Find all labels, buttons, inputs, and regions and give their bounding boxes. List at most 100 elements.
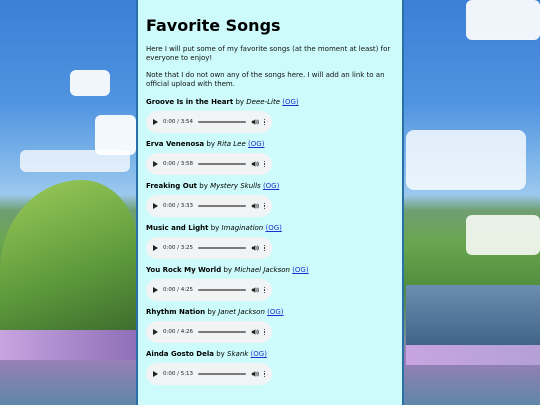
flower-field [0,330,136,360]
time-display: 0:00 / 5:13 [163,371,194,377]
seek-bar[interactable] [198,331,246,333]
song-title-line: Rhythm Nation by Janet Jackson (OG) [146,307,394,317]
song-item: Ainda Gosto Dela by Skank (OG) 0:00 / 5:1… [146,349,394,385]
by-text: by [223,266,233,274]
more-vert-icon[interactable] [263,202,265,210]
by-text: by [206,140,215,148]
by-text: by [210,224,220,232]
song-title-line: Groove Is in the Heart by Deee-Lite (OG) [146,97,394,107]
artist-name: Skank [227,350,249,358]
song-list: Groove Is in the Heart by Deee-Lite (OG)… [146,97,394,385]
seek-bar[interactable] [198,121,246,123]
more-vert-icon[interactable] [263,160,265,168]
play-icon[interactable] [153,245,158,251]
audio-player[interactable]: 0:00 / 3:25 [146,237,272,259]
song-title: Groove Is in the Heart [146,98,234,106]
volume-icon[interactable] [251,286,259,294]
page-title: Favorite Songs [146,16,281,35]
song-item: You Rock My World by Michael Jackson (OG… [146,265,394,301]
artist-name: Michael Jackson [234,266,290,274]
artist-name: Rita Lee [217,140,246,148]
artist-name: Mystery Skulls [210,182,261,190]
artist-name: Imagination [221,224,264,232]
og-link[interactable]: (OG) [251,350,267,358]
by-text: by [235,98,245,106]
song-title: Freaking Out [146,182,198,190]
og-link[interactable]: (OG) [267,308,283,316]
volume-icon[interactable] [251,244,259,252]
song-item: Freaking Out by Mystery Skulls (OG) 0:00 … [146,181,394,217]
time-display: 0:00 / 3:25 [163,245,194,251]
background-right [406,0,540,405]
song-title: Music and Light [146,224,209,232]
disclaimer-text: Note that I do not own any of the songs … [146,71,385,88]
song-item: Rhythm Nation by Janet Jackson (OG) 0:00 … [146,307,394,343]
more-vert-icon[interactable] [263,286,265,294]
cloud [95,115,136,155]
play-icon[interactable] [153,119,158,125]
seek-bar[interactable] [198,373,246,375]
intro-text: Here I will put some of my favorite song… [146,45,391,62]
background-left [0,0,136,405]
song-title: Erva Venenosa [146,140,205,148]
more-vert-icon[interactable] [263,244,265,252]
song-item: Groove Is in the Heart by Deee-Lite (OG)… [146,97,394,133]
by-text: by [199,182,208,190]
og-link[interactable]: (OG) [292,266,308,274]
content-panel: Favorite Songs Here I will put some of m… [136,0,404,405]
cloud [406,130,526,190]
og-link[interactable]: (OG) [282,98,298,106]
artist-name: Janet Jackson [218,308,265,316]
by-text: by [207,308,216,316]
seek-bar[interactable] [198,205,246,207]
cloud [466,0,540,40]
og-link[interactable]: (OG) [248,140,264,148]
audio-player[interactable]: 0:00 / 3:33 [146,195,272,217]
cloud [466,215,540,255]
audio-player[interactable]: 0:00 / 5:13 [146,363,272,385]
play-icon[interactable] [153,329,158,335]
seek-bar[interactable] [198,289,246,291]
time-display: 0:00 / 3:58 [163,161,194,167]
song-title-line: Music and Light by Imagination (OG) [146,223,394,233]
time-display: 0:00 / 4:26 [163,329,194,335]
play-icon[interactable] [153,203,158,209]
cloud [20,150,130,172]
audio-player[interactable]: 0:00 / 4:25 [146,279,272,301]
volume-icon[interactable] [251,118,259,126]
hill [0,180,136,330]
volume-icon[interactable] [251,202,259,210]
seek-bar[interactable] [198,247,246,249]
play-icon[interactable] [153,287,158,293]
audio-player[interactable]: 0:00 / 3:58 [146,153,272,175]
song-title-line: Freaking Out by Mystery Skulls (OG) [146,181,394,191]
time-display: 0:00 / 4:25 [163,287,194,293]
volume-icon[interactable] [251,370,259,378]
flower-field [406,345,540,365]
song-title: Rhythm Nation [146,308,206,316]
volume-icon[interactable] [251,160,259,168]
seek-bar[interactable] [198,163,246,165]
og-link[interactable]: (OG) [265,224,281,232]
song-title-line: Erva Venenosa by Rita Lee (OG) [146,139,394,149]
og-link[interactable]: (OG) [263,182,279,190]
more-vert-icon[interactable] [263,370,265,378]
song-item: Erva Venenosa by Rita Lee (OG) 0:00 / 3:5… [146,139,394,175]
song-title: You Rock My World [146,266,222,274]
song-title-line: You Rock My World by Michael Jackson (OG… [146,265,394,275]
cloud [70,70,110,96]
more-vert-icon[interactable] [263,118,265,126]
audio-player[interactable]: 0:00 / 3:54 [146,111,272,133]
time-display: 0:00 / 3:54 [163,119,194,125]
play-icon[interactable] [153,161,158,167]
song-title-line: Ainda Gosto Dela by Skank (OG) [146,349,394,359]
song-item: Music and Light by Imagination (OG) 0:00 … [146,223,394,259]
artist-name: Deee-Lite [246,98,281,106]
distant-hills [406,285,540,345]
audio-player[interactable]: 0:00 / 4:26 [146,321,272,343]
volume-icon[interactable] [251,328,259,336]
play-icon[interactable] [153,371,158,377]
more-vert-icon[interactable] [263,328,265,336]
time-display: 0:00 / 3:33 [163,203,194,209]
song-title: Ainda Gosto Dela [146,350,214,358]
